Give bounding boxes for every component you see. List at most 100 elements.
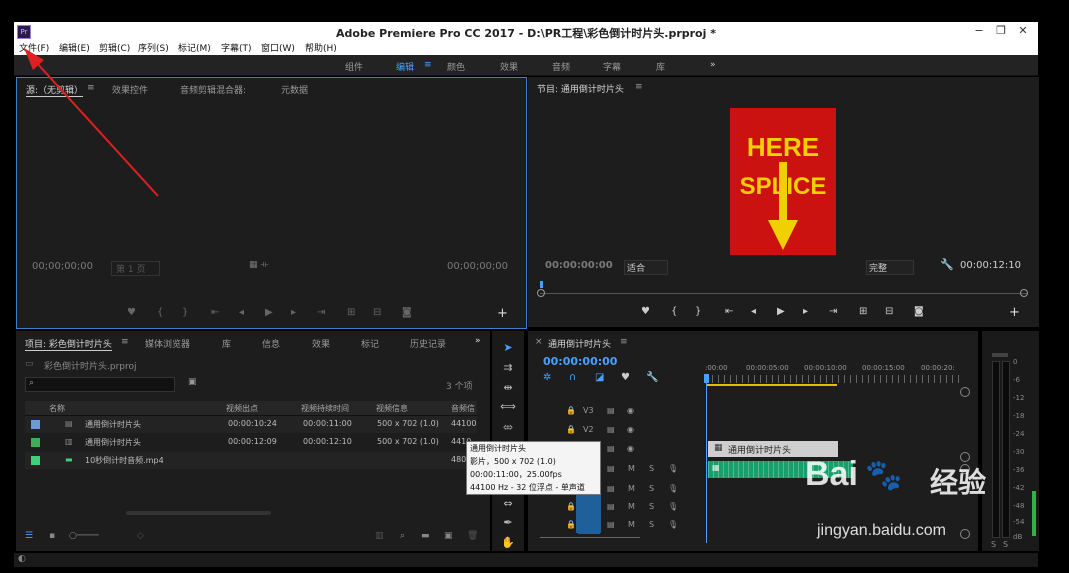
menu-clip[interactable]: 剪辑(C) [99,41,130,54]
rolling-edit-tool-icon[interactable]: ⟺ [497,400,519,416]
add-marker-icon[interactable]: ♥ [127,307,136,318]
automate-icon[interactable]: ▥ [375,531,384,541]
menu-file[interactable]: 文件(F) [19,41,49,54]
track-name[interactable]: V2 [583,425,594,434]
timeline-settings-icon[interactable]: 🔧 [646,372,658,383]
tab-metadata[interactable]: 元数据 [281,83,308,96]
project-tab-menu-icon[interactable]: ≡ [121,337,129,347]
tab-media-browser[interactable]: 媒体浏览器 [145,337,190,350]
ripple-edit-tool-icon[interactable]: ⇹ [497,381,519,397]
workspace-libraries[interactable]: 库 [656,60,665,73]
track-sync-icon[interactable]: ▤ [607,484,615,493]
column-video-out[interactable]: 视频出点 [226,403,258,414]
close-button[interactable]: ✕ [1012,23,1034,39]
tab-timeline-sequence[interactable]: 通用倒计时片头 [548,337,611,350]
tab-history[interactable]: 历史记录 [410,337,446,350]
find-icon[interactable]: ⌕ [400,531,405,541]
work-area-bar[interactable] [706,384,837,386]
meter-solo-right[interactable]: S [1003,540,1008,549]
program-step-forward-icon[interactable]: ▸ [803,306,808,317]
voiceover-mic-icon[interactable]: 🎙 [668,520,678,529]
insert-icon[interactable]: ⊞ [347,307,355,318]
tab-audio-clip-mixer[interactable]: 音频剪辑混合器: [180,83,246,96]
timeline-close-button[interactable]: × [535,337,543,347]
track-eye-icon[interactable]: ◉ [627,425,634,434]
audio-clip[interactable]: ▦ [708,461,853,478]
meter-solo-left[interactable]: S [991,540,996,549]
mark-in-icon[interactable]: { [157,307,163,318]
minimize-button[interactable]: − [968,23,990,39]
table-row[interactable]: ▬ 10秒倒计时音频.mp4 480 [25,452,477,469]
menu-edit[interactable]: 编辑(E) [59,41,90,54]
project-search-input[interactable]: ⌕ [25,377,175,392]
play-icon[interactable]: ▶ [265,307,273,318]
timeline-hscroll[interactable] [540,537,640,538]
track-sync-icon[interactable]: ▤ [607,464,615,473]
solo-button[interactable]: S [649,484,654,493]
track-sync-icon[interactable]: ▤ [607,520,615,529]
overwrite-icon[interactable]: ⊟ [373,307,381,318]
time-ruler[interactable] [706,375,961,383]
workspace-audio[interactable]: 音频 [552,60,570,73]
nest-icon[interactable]: ✲ [543,372,551,383]
restore-button[interactable]: ❐ [990,23,1012,39]
source-add-button-icon[interactable]: + [497,306,508,321]
wrench-icon[interactable]: 🔧 [940,258,954,271]
track-lock-icon[interactable]: 🔒 [566,425,576,434]
zoom-slider-icon[interactable]: ○──── [69,531,99,541]
new-search-bin-icon[interactable]: ▣ [188,377,197,387]
list-view-icon[interactable]: ☰ [25,531,33,541]
workspace-editing[interactable]: 编辑 [396,60,414,73]
tab-effects[interactable]: 效果 [312,337,330,350]
menu-title[interactable]: 字幕(T) [221,41,252,54]
export-frame-icon[interactable]: ◙ [402,307,412,318]
program-scrubber[interactable] [537,281,1028,297]
track-sync-icon[interactable]: ▤ [607,502,615,511]
track-sync-icon[interactable]: ▤ [607,425,615,434]
program-go-to-in-icon[interactable]: ⇤ [725,306,733,317]
menu-sequence[interactable]: 序列(S) [138,41,169,54]
mark-out-icon[interactable]: } [182,307,188,318]
source-timecode-current[interactable]: 00;00;00;00 [32,261,93,272]
tab-markers[interactable]: 标记 [361,337,379,350]
voiceover-mic-icon[interactable]: 🎙 [668,464,678,473]
item-name[interactable]: 10秒倒计时音频.mp4 [85,455,164,466]
source-settings-icon[interactable]: ▦ ⟛ [249,260,269,270]
item-name[interactable]: 通用倒计时片头 [85,419,141,430]
workspace-color[interactable]: 颜色 [447,60,465,73]
tab-libraries[interactable]: 库 [222,337,231,350]
source-tab-menu-icon[interactable]: ≡ [87,83,95,93]
column-video-duration[interactable]: 视频持续时间 [301,403,349,414]
pen-tool-icon[interactable]: ✒ [497,516,519,532]
column-name[interactable]: 名称 [49,403,65,414]
track-sync-icon[interactable]: ▤ [607,406,615,415]
sort-icon[interactable]: ◇ [137,531,144,541]
column-audio-info[interactable]: 音频信 [451,403,475,414]
new-item-icon[interactable]: ▣ [444,531,453,541]
step-forward-icon[interactable]: ▸ [291,307,296,318]
go-to-out-icon[interactable]: ⇥ [317,307,325,318]
track-sync-icon[interactable]: ▤ [607,444,615,453]
mute-button[interactable]: M [628,502,635,511]
timeline-marker-icon[interactable]: ♥ [621,372,630,383]
snap-icon[interactable]: ∩ [569,372,576,383]
workspace-effects[interactable]: 效果 [500,60,518,73]
program-mark-out-icon[interactable]: } [695,306,701,317]
solo-button[interactable]: S [649,464,654,473]
program-export-frame-icon[interactable]: ◙ [914,306,924,317]
workspace-assembly[interactable]: 组件 [345,60,363,73]
extract-icon[interactable]: ⊟ [885,306,893,317]
program-mark-in-icon[interactable]: { [671,306,677,317]
lift-icon[interactable]: ⊞ [859,306,867,317]
program-fit-select[interactable]: 适合 [624,260,669,275]
hand-tool-icon[interactable]: ✋ [497,536,519,552]
program-add-button-icon[interactable]: + [1009,305,1020,320]
tab-effect-controls[interactable]: 效果控件 [112,83,148,96]
program-tab-menu-icon[interactable]: ≡ [635,82,643,92]
tab-project[interactable]: 项目: 彩色倒计时片头 [25,337,112,351]
mute-button[interactable]: M [628,464,635,473]
table-row[interactable]: ▤ 通用倒计时片头 00:00:10:24 00:00:11:00 500 x … [25,416,477,433]
program-timecode-current[interactable]: 00:00:00:00 [545,260,613,271]
timeline-vscroll-top[interactable] [960,387,970,397]
track-lock-icon[interactable]: 🔒 [566,502,576,511]
